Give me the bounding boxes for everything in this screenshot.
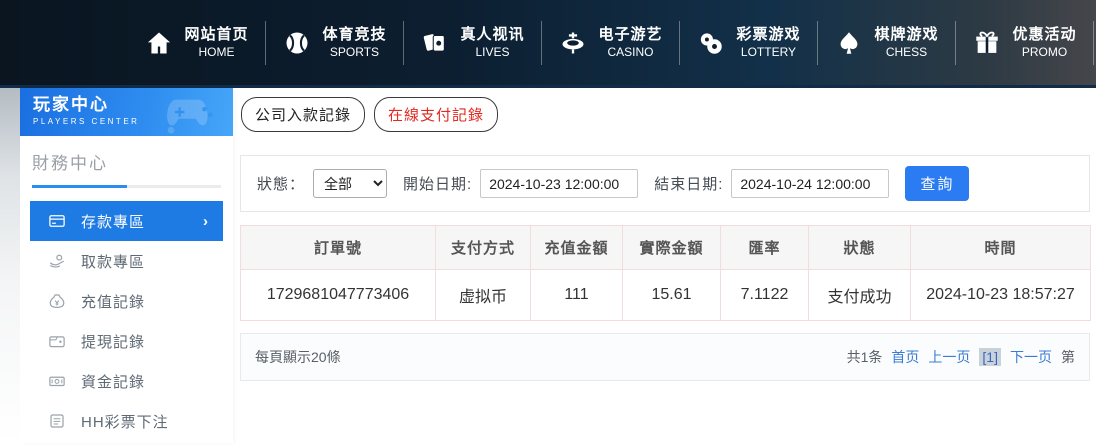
sidebar-item-funds-records[interactable]: 資金記錄 [30, 361, 223, 401]
nav-item-chess[interactable]: 棋牌游戏 CHESS [818, 0, 956, 85]
nav-item-promo[interactable]: 优惠活动 PROMO [956, 0, 1094, 85]
sidebar-item-withdraw-zone[interactable]: 取款專區 [30, 241, 223, 281]
nav-item-lives[interactable]: 真人视讯 LIVES [404, 0, 542, 85]
sidebar-item-hh-lottery-bets[interactable]: HH彩票下注 [30, 401, 223, 441]
table-row: 1729681047773406 虚拟币 111 15.61 7.1122 支付… [241, 270, 1091, 321]
current-page-indicator[interactable]: [1] [979, 348, 1001, 366]
sidebar-item-player-bet-records[interactable]: 玩家投注記錄 [30, 441, 223, 446]
nav-label-zh: 体育竞技 [322, 25, 386, 44]
col-status: 狀態 [809, 226, 911, 270]
bank-card-icon [48, 212, 66, 230]
sidebar-item-label: 取款專區 [81, 251, 145, 272]
wallet-icon [48, 332, 66, 350]
col-order-number: 訂單號 [241, 226, 436, 270]
online-payment-records-button[interactable]: 在線支付記錄 [374, 97, 498, 132]
page-body: 玩家中心 PLAYERS CENTER 財務中心 存款專區 › [0, 88, 1096, 443]
page-size-text: 每頁顯示20條 [255, 347, 341, 367]
first-page-link[interactable]: 首页 [891, 347, 919, 367]
sidebar-item-recharge-records[interactable]: 充值記錄 [30, 281, 223, 321]
sidebar-item-label: HH彩票下注 [81, 411, 169, 432]
status-select[interactable]: 全部 [313, 169, 387, 198]
sidebar-item-withdrawal-records[interactable]: 提現記錄 [30, 321, 223, 361]
nav-label-zh: 真人视讯 [460, 25, 524, 44]
col-recharge-amount: 充值金額 [531, 226, 623, 270]
total-count-text: 共1条 [847, 347, 883, 367]
col-time: 時間 [911, 226, 1091, 270]
sports-ball-icon [283, 29, 311, 57]
sidebar-item-label: 提現記錄 [81, 331, 145, 352]
nav-label-zh: 电子游艺 [598, 25, 662, 44]
cell-actual-amount: 15.61 [623, 270, 721, 321]
banknote-icon [48, 372, 66, 390]
sidebar: 玩家中心 PLAYERS CENTER 財務中心 存款專區 › [20, 88, 233, 443]
col-payment-method: 支付方式 [436, 226, 531, 270]
nav-label-zh: 优惠活动 [1012, 25, 1076, 44]
nav-label-en: PROMO [1012, 44, 1076, 60]
page-jump-prefix: 第 [1061, 347, 1075, 367]
playing-cards-icon [421, 29, 449, 57]
search-button[interactable]: 查詢 [905, 166, 969, 201]
next-page-link[interactable]: 下一页 [1010, 347, 1052, 367]
nav-item-sports[interactable]: 体育竞技 SPORTS [266, 0, 404, 85]
nav-item-lottery[interactable]: 彩票游戏 LOTTERY [680, 0, 818, 85]
nav-label-zh: 网站首页 [184, 25, 248, 44]
nav-item-casino[interactable]: 电子游艺 CASINO [542, 0, 680, 85]
roulette-icon [559, 29, 587, 57]
hand-money-icon [48, 252, 66, 270]
end-date-input[interactable] [731, 169, 889, 198]
cell-time: 2024-10-23 18:57:27 [911, 270, 1091, 321]
cell-order-number: 1729681047773406 [241, 270, 436, 321]
table-header-row: 訂單號 支付方式 充值金額 實際金額 匯率 狀態 時間 [241, 226, 1091, 270]
company-deposit-records-button[interactable]: 公司入款記錄 [241, 97, 365, 132]
end-date-label: 結束日期: [654, 173, 723, 194]
filter-bar: 狀態： 全部 開始日期: 結束日期: 查詢 [240, 155, 1090, 212]
status-label: 狀態： [257, 173, 305, 194]
cell-recharge-amount: 111 [531, 270, 623, 321]
pagination-controls: 共1条 首页 上一页 [1] 下一页 第 [847, 347, 1075, 367]
gamepad-icon [163, 92, 225, 134]
cell-exchange-rate: 7.1122 [721, 270, 809, 321]
left-gutter [0, 88, 20, 443]
home-icon [145, 29, 173, 57]
sidebar-header: 玩家中心 PLAYERS CENTER [20, 88, 233, 136]
sidebar-menu: 存款專區 › 取款專區 充值記錄 [20, 201, 233, 446]
nav-label-en: HOME [184, 44, 248, 60]
sidebar-item-label: 資金記錄 [81, 371, 145, 392]
money-bag-icon [48, 292, 66, 310]
cell-status: 支付成功 [809, 270, 911, 321]
chevron-right-icon: › [203, 213, 209, 230]
main-content: 公司入款記錄 在線支付記錄 狀態： 全部 開始日期: 結束日期: 查詢 訂單號 [233, 88, 1096, 443]
sidebar-item-label: 充值記錄 [81, 291, 145, 312]
record-type-tabs: 公司入款記錄 在線支付記錄 [241, 97, 1096, 132]
top-navigation: 网站首页 HOME 体育竞技 SPORTS 真人视讯 LIVES [0, 0, 1096, 88]
list-document-icon [48, 412, 66, 430]
finance-center-title: 財務中心 [32, 149, 221, 174]
start-date-label: 開始日期: [403, 173, 472, 194]
nav-label-en: LOTTERY [736, 44, 800, 60]
col-actual-amount: 實際金額 [623, 226, 721, 270]
col-exchange-rate: 匯率 [721, 226, 809, 270]
nav-label-zh: 棋牌游戏 [874, 25, 938, 44]
gift-icon [973, 29, 1001, 57]
pagination-bar: 每頁顯示20條 共1条 首页 上一页 [1] 下一页 第 [240, 333, 1090, 381]
nav-label-en: LIVES [460, 44, 524, 60]
deposit-records-table: 訂單號 支付方式 充值金額 實際金額 匯率 狀態 時間 172968104777… [240, 225, 1091, 321]
nav-label-zh: 彩票游戏 [736, 25, 800, 44]
sidebar-item-label: 存款專區 [81, 211, 145, 232]
start-date-input[interactable] [480, 169, 638, 198]
prev-page-link[interactable]: 上一页 [928, 347, 970, 367]
section-divider [32, 185, 221, 188]
nav-item-home[interactable]: 网站首页 HOME [128, 0, 266, 85]
cell-payment-method: 虚拟币 [436, 270, 531, 321]
lottery-balls-icon [697, 29, 725, 57]
nav-label-en: CASINO [598, 44, 662, 60]
spade-icon [835, 29, 863, 57]
sidebar-item-deposit-zone[interactable]: 存款專區 › [30, 201, 223, 241]
finance-center-section: 財務中心 [20, 136, 233, 188]
nav-label-en: CHESS [874, 44, 938, 60]
nav-label-en: SPORTS [322, 44, 386, 60]
